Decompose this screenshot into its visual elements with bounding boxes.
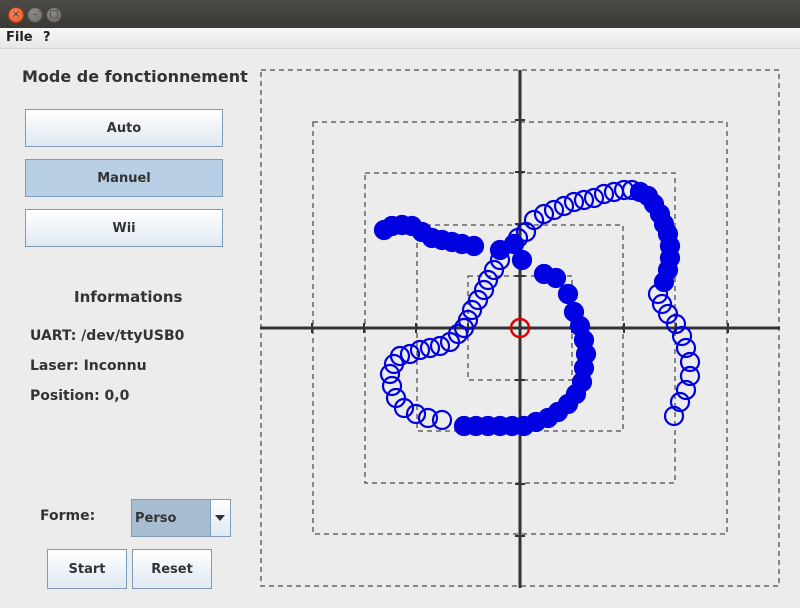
trace-point: [557, 283, 579, 305]
trace-point: [553, 195, 575, 217]
trace-point: [543, 199, 565, 221]
trace-point: [409, 339, 431, 361]
trace-point: [511, 249, 533, 271]
trace-point: [463, 235, 485, 257]
trace-point: [381, 375, 403, 397]
laser-plot[interactable]: [0, 0, 800, 608]
trace-point: [533, 263, 555, 285]
trace-point: [563, 301, 585, 323]
trace-point: [583, 187, 605, 209]
